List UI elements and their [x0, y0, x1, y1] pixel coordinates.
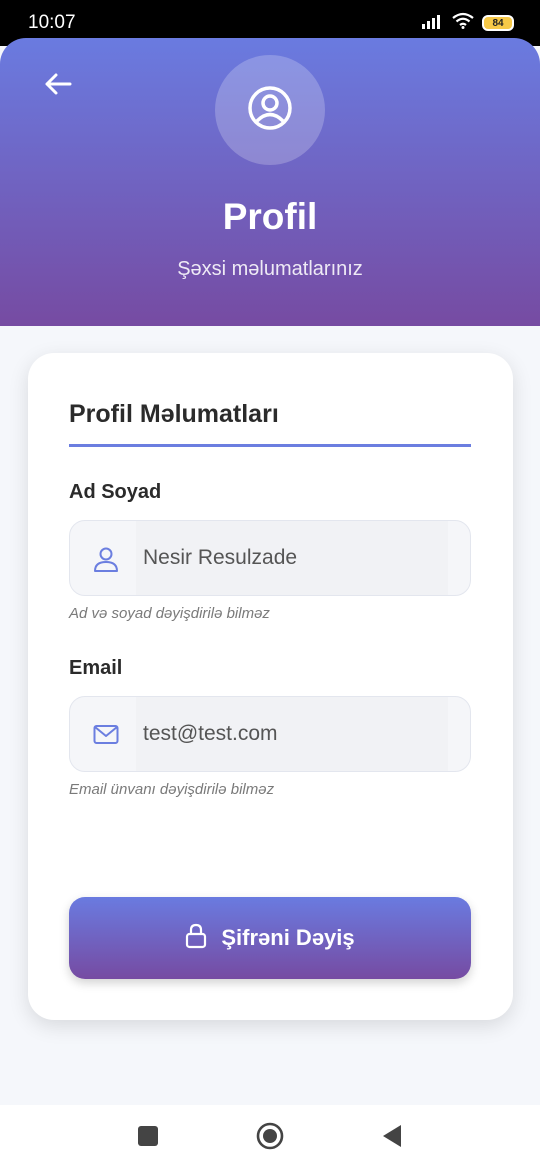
home-circle-icon — [256, 1122, 284, 1155]
change-password-button[interactable]: Şifrəni Dəyiş — [69, 897, 471, 979]
profile-info-card: Profil Məlumatları Ad Soyad Ad və soyad … — [28, 353, 513, 1020]
mail-icon — [92, 721, 120, 749]
name-input[interactable] — [136, 521, 448, 595]
lock-icon — [185, 923, 207, 954]
email-field-hint: Email ünvanı dəyişdirilə bilməz — [69, 781, 275, 798]
card-title: Profil Məlumatları — [69, 400, 279, 428]
status-time: 10:07 — [28, 12, 76, 33]
signal-icon — [422, 13, 444, 34]
page-subtitle: Şəxsi məlumatlarınız — [177, 258, 363, 280]
email-field-label: Email — [69, 657, 123, 679]
email-field — [69, 696, 471, 772]
card-divider — [69, 444, 471, 447]
user-circle-icon — [246, 84, 294, 137]
arrow-left-icon — [44, 72, 72, 101]
email-input[interactable] — [136, 697, 448, 771]
back-button[interactable] — [40, 68, 76, 104]
status-icons: 84 — [422, 12, 514, 34]
name-field-label: Ad Soyad — [69, 481, 162, 503]
recents-square-icon — [137, 1125, 159, 1152]
change-password-label: Şifrəni Dəyiş — [221, 925, 355, 950]
name-field — [69, 520, 471, 596]
user-icon — [92, 545, 120, 573]
recents-button[interactable] — [133, 1123, 163, 1153]
back-triangle-icon — [381, 1124, 403, 1153]
profile-header: Profil Şəxsi məlumatlarınız — [0, 38, 540, 326]
name-field-hint: Ad və soyad dəyişdirilə bilməz — [69, 605, 270, 622]
home-button[interactable] — [255, 1122, 285, 1155]
avatar — [215, 55, 325, 165]
page-title: Profil — [222, 196, 318, 237]
nav-back-button[interactable] — [377, 1123, 407, 1153]
wifi-icon — [452, 12, 474, 34]
battery-icon: 84 — [482, 15, 514, 31]
system-nav-bar — [0, 1105, 540, 1170]
